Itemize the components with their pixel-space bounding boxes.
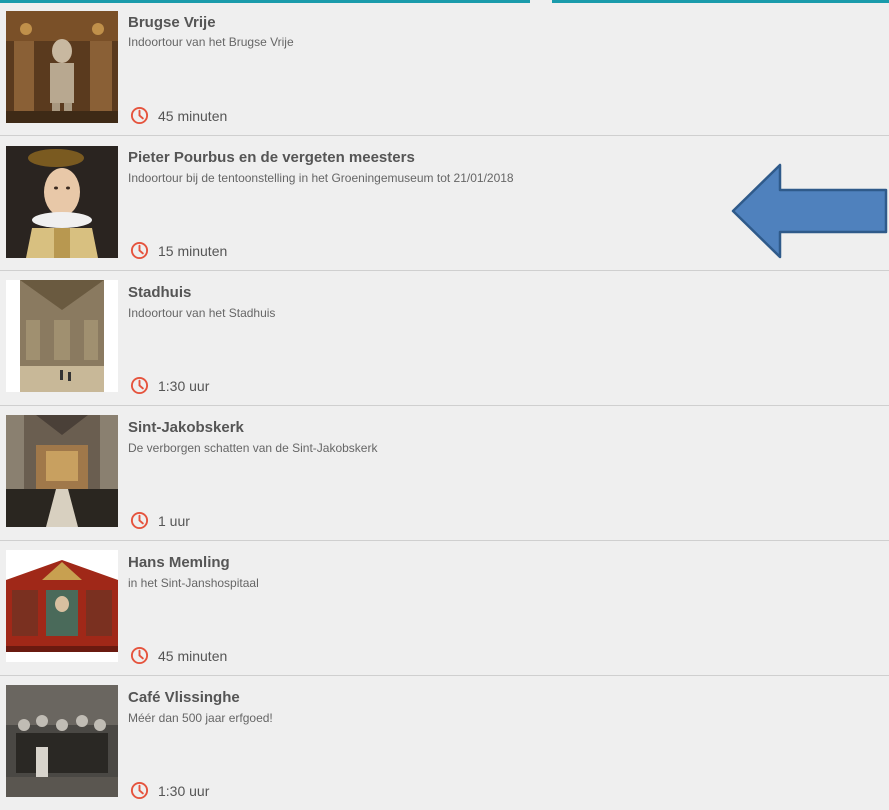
- tour-item-stadhuis[interactable]: Stadhuis Indoortour van het Stadhuis 1:3…: [0, 271, 889, 406]
- tour-title: Sint-Jakobskerk: [128, 419, 244, 436]
- tour-list: Brugse Vrije Indoortour van het Brugse V…: [0, 0, 889, 810]
- church-interior-image: [6, 415, 118, 527]
- tour-title: Pieter Pourbus en de vergeten meesters: [128, 149, 415, 166]
- tour-duration: 45 minuten: [130, 106, 227, 125]
- gothic-hall-image: [6, 280, 118, 392]
- tour-item-hans-memling[interactable]: Hans Memling in het Sint-Janshospitaal 4…: [0, 541, 889, 676]
- tour-subtitle: in het Sint-Janshospitaal: [128, 576, 259, 590]
- tour-duration: 15 minuten: [130, 241, 227, 260]
- portrait-painting-image: [6, 146, 118, 258]
- clock-icon: [130, 376, 149, 395]
- tour-duration: 1:30 uur: [130, 376, 209, 395]
- tour-title: Hans Memling: [128, 554, 230, 571]
- clock-icon: [130, 646, 149, 665]
- duration-text: 45 minuten: [158, 107, 228, 124]
- tour-title: Brugse Vrije: [128, 14, 216, 31]
- clock-icon: [130, 781, 149, 800]
- tour-item-brugse-vrije[interactable]: Brugse Vrije Indoortour van het Brugse V…: [0, 0, 889, 136]
- tour-subtitle: Méér dan 500 jaar erfgoed!: [128, 711, 273, 725]
- tour-item-sint-jakobskerk[interactable]: Sint-Jakobskerk De verborgen schatten va…: [0, 406, 889, 541]
- tour-item-cafe-vlissinghe[interactable]: Café Vlissinghe Méér dan 500 jaar erfgoe…: [0, 676, 889, 810]
- clock-icon: [130, 241, 149, 260]
- tour-duration: 45 minuten: [130, 646, 227, 665]
- clock-icon: [130, 511, 149, 530]
- tour-duration: 1:30 uur: [130, 781, 209, 800]
- shrine-image: [6, 550, 118, 662]
- tour-subtitle: Indoortour van het Brugse Vrije: [128, 35, 294, 49]
- tour-duration: 1 uur: [130, 511, 190, 530]
- old-photo-image: [6, 685, 118, 797]
- duration-text: 1 uur: [158, 512, 190, 529]
- duration-text: 45 minuten: [158, 647, 228, 664]
- tour-subtitle: Indoortour bij de tentoonstelling in het…: [128, 171, 514, 185]
- duration-text: 1:30 uur: [158, 782, 210, 799]
- tour-subtitle: De verborgen schatten van de Sint-Jakobs…: [128, 441, 378, 455]
- duration-text: 1:30 uur: [158, 377, 210, 394]
- tour-title: Café Vlissinghe: [128, 689, 240, 706]
- clock-icon: [130, 106, 149, 125]
- tour-title: Stadhuis: [128, 284, 192, 301]
- armor-statue-image: [6, 11, 118, 123]
- duration-text: 15 minuten: [158, 242, 228, 259]
- left-arrow-annotation-icon: [731, 163, 888, 259]
- tour-subtitle: Indoortour van het Stadhuis: [128, 306, 276, 320]
